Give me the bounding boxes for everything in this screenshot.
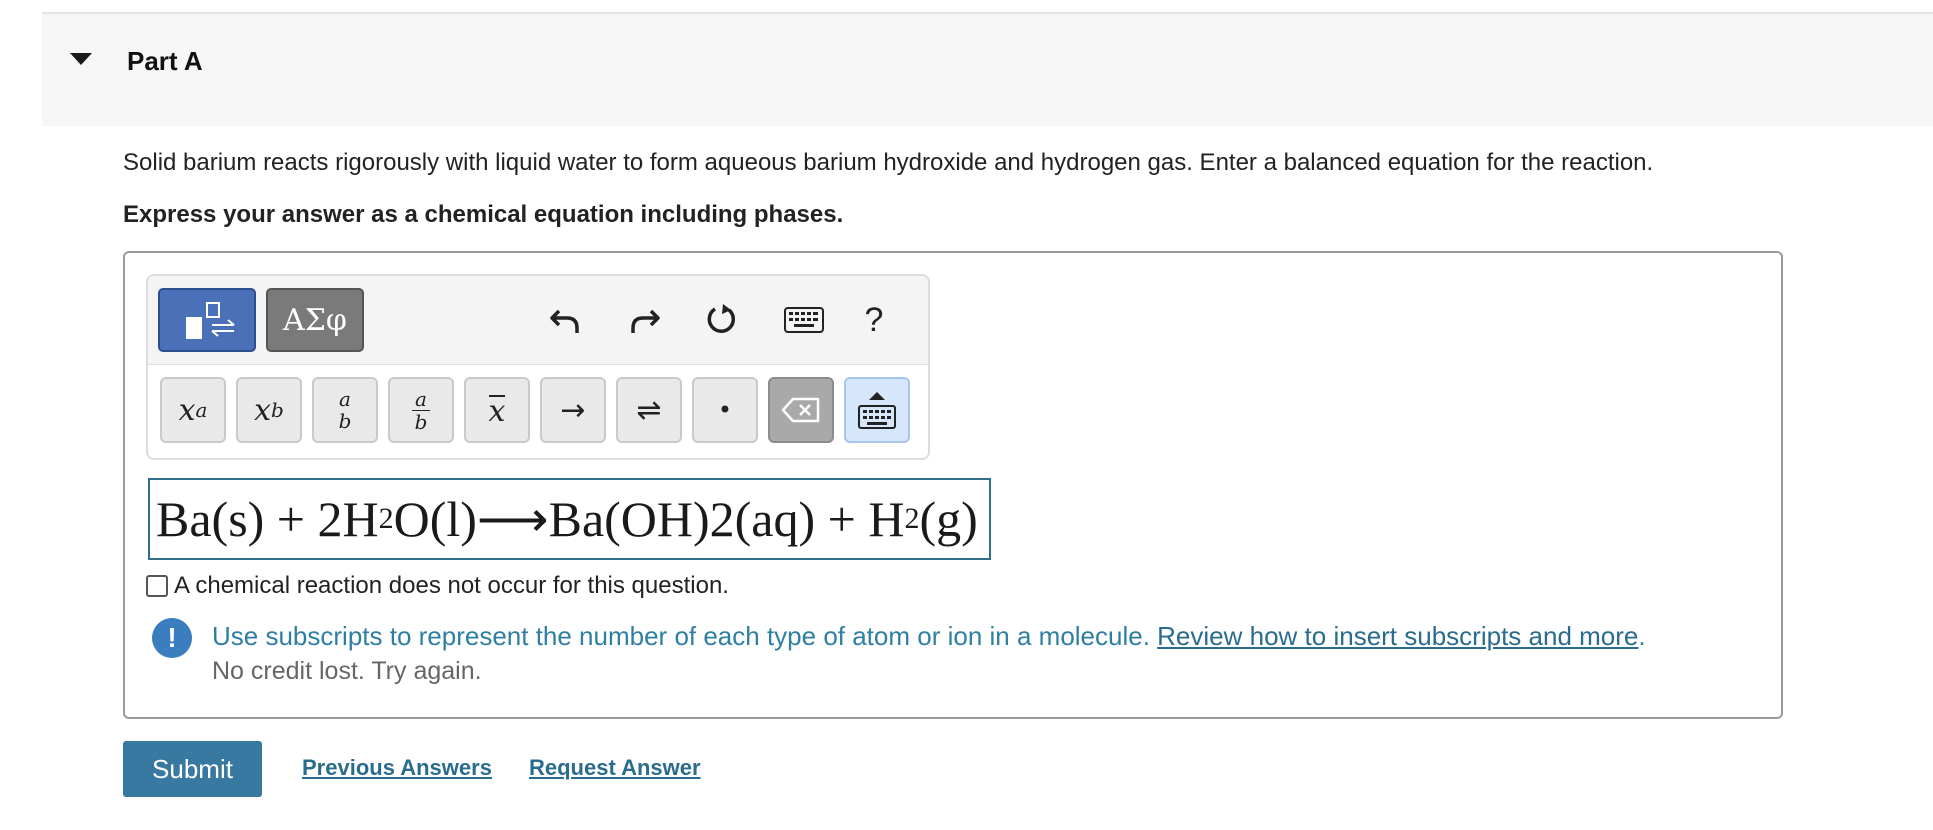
- stacked-text-key[interactable]: ab: [312, 377, 378, 443]
- backspace-icon: [781, 397, 820, 423]
- dot-icon: •: [717, 396, 733, 424]
- equation-text: Ba(s) + 2H: [156, 491, 379, 547]
- collapse-toggle-icon[interactable]: [70, 53, 92, 65]
- no-reaction-option: A chemical reaction does not occur for t…: [146, 572, 729, 600]
- alert-icon: !: [152, 618, 192, 658]
- previous-answers-link[interactable]: Previous Answers: [302, 755, 492, 781]
- submit-button[interactable]: Submit: [123, 741, 262, 797]
- key-sub-text: b: [271, 398, 284, 422]
- answer-equation-input[interactable]: Ba(s) + 2H 2 O(l)⟶Ba(OH)2(aq) + H2 (g): [148, 478, 991, 560]
- templates-icon: [186, 302, 235, 339]
- feedback-subtext: No credit lost. Try again.: [212, 657, 482, 685]
- backspace-key[interactable]: [768, 377, 834, 443]
- key-base-text: x: [254, 392, 272, 428]
- key-bottom-text: b: [414, 409, 428, 434]
- key-base-text: x: [178, 392, 196, 428]
- subscript-key[interactable]: xb: [236, 377, 302, 443]
- answer-instruction: Express your answer as a chemical equati…: [123, 201, 844, 228]
- equation-subscript: 2: [904, 502, 920, 535]
- equilibrium-arrow-key[interactable]: ⇌: [616, 377, 682, 443]
- greek-symbols-label: ΑΣφ: [283, 302, 347, 338]
- fraction-key[interactable]: ab: [388, 377, 454, 443]
- overline-key[interactable]: x: [464, 377, 530, 443]
- superscript-key[interactable]: xa: [160, 377, 226, 443]
- keyboard-icon: [858, 392, 896, 429]
- question-text: Solid barium reacts rigorously with liqu…: [123, 149, 1654, 176]
- reaction-arrow-key[interactable]: →: [540, 377, 606, 443]
- help-button[interactable]: ?: [852, 298, 896, 342]
- feedback-message-end: .: [1638, 621, 1646, 651]
- equation-text: (g): [919, 491, 978, 547]
- equilibrium-icon: ⇌: [636, 392, 662, 428]
- keyboard-shortcuts-icon[interactable]: [776, 298, 832, 342]
- no-reaction-checkbox[interactable]: [146, 575, 168, 597]
- equation-subscript: 2: [378, 502, 394, 535]
- redo-icon[interactable]: [622, 298, 666, 342]
- dot-key[interactable]: •: [692, 377, 758, 443]
- key-top-text: a: [339, 387, 351, 411]
- templates-mode-button[interactable]: [158, 288, 256, 352]
- equation-text: O(l)⟶Ba(OH)2(aq) + H: [393, 491, 905, 547]
- key-bottom-text: b: [338, 409, 352, 433]
- equation-toolbar: ΑΣφ ? xa xb ab ab x → ⇌ •: [146, 274, 930, 460]
- greek-symbols-button[interactable]: ΑΣφ: [266, 288, 364, 352]
- key-exp-text: a: [195, 398, 208, 422]
- no-reaction-label: A chemical reaction does not occur for t…: [174, 572, 729, 599]
- review-subscripts-link[interactable]: Review how to insert subscripts and more: [1157, 621, 1638, 651]
- feedback-message-text: Use subscripts to represent the number o…: [212, 621, 1158, 651]
- feedback-text: Use subscripts to represent the number o…: [212, 621, 1646, 652]
- reset-icon[interactable]: [700, 298, 744, 342]
- part-title: Part A: [127, 46, 203, 76]
- undo-icon[interactable]: [544, 298, 588, 342]
- show-keyboard-key[interactable]: [844, 377, 910, 443]
- part-header: [42, 14, 1933, 126]
- key-overline-text: x: [488, 394, 506, 429]
- request-answer-link[interactable]: Request Answer: [529, 755, 701, 781]
- arrow-icon: →: [560, 392, 586, 428]
- key-top-text: a: [412, 388, 430, 411]
